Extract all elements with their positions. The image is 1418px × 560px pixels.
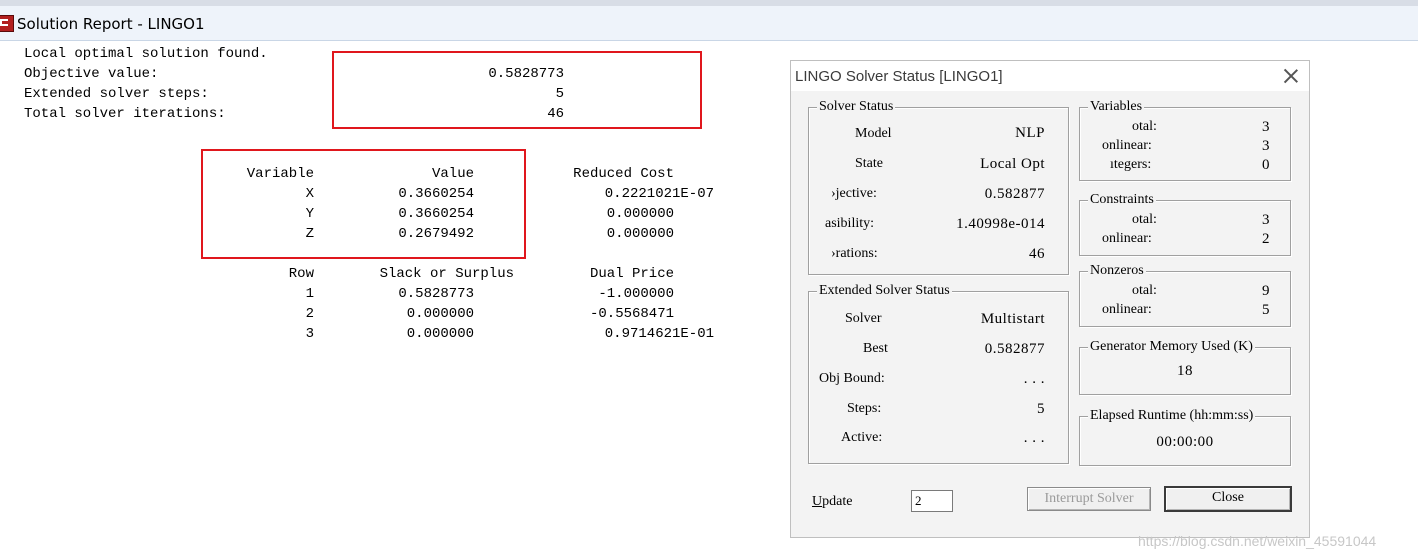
update-label-rest: pdate (822, 494, 853, 509)
runtime-legend: Elapsed Runtime (hh:mm:ss) (1088, 408, 1256, 424)
variable-reduced-cost: 0.000000 (606, 226, 674, 242)
dialog-titlebar[interactable]: LINGO Solver Status [LINGO1] (791, 61, 1309, 91)
steps-value: 5 (1037, 401, 1045, 417)
elapsed-runtime-group: Elapsed Runtime (hh:mm:ss) 00:00:00 (1079, 408, 1291, 466)
memory-value: 18 (1177, 363, 1193, 379)
solver-status-legend: Solver Status (817, 99, 896, 115)
variables-legend: Variables (1088, 99, 1145, 115)
nonzeros-total-value: 9 (1262, 283, 1270, 299)
close-icon[interactable] (1283, 68, 1299, 84)
summary-highlight-box (332, 51, 702, 129)
row-slack: 0.000000 (406, 326, 474, 342)
variables-nonlinear-label: onlinear: (1102, 138, 1152, 153)
objective-label: ›jective: (831, 186, 877, 201)
extended-status-legend: Extended Solver Status (817, 283, 952, 299)
constraints-nonlinear-label: onlinear: (1102, 231, 1152, 246)
best-value: 0.582877 (984, 341, 1045, 357)
solver-label: Solver (845, 311, 882, 326)
lingo-app-icon (0, 15, 14, 32)
solver-status-group: Solver Status Model NLP State Local Opt … (808, 99, 1069, 275)
row-slack: 0.5828773 (398, 286, 474, 302)
slack-header: Slack or Surplus (379, 266, 514, 282)
close-button[interactable]: Close (1164, 486, 1292, 512)
variable-reduced-cost: 0.000000 (606, 206, 674, 222)
row-dual-price: 0.9714621E-01 (604, 326, 714, 342)
solver-value: Multistart (980, 311, 1045, 327)
variables-highlight-box (201, 149, 526, 259)
constraints-total-label: otal: (1132, 212, 1157, 227)
variables-integers-label: ıtegers: (1110, 157, 1152, 172)
variables-total-value: 3 (1262, 119, 1270, 135)
state-label: State (855, 156, 883, 171)
row-slack: 0.000000 (406, 306, 474, 322)
iterations-value: 46 (1029, 246, 1045, 262)
row-number: 3 (305, 326, 314, 342)
state-value: Local Opt (980, 156, 1045, 172)
variables-group: Variables otal: 3 onlinear: 3 ıtegers: 0 (1079, 99, 1291, 181)
best-label: Best (863, 341, 888, 356)
update-interval-input[interactable] (911, 490, 953, 512)
obj-bound-label: Obj Bound: (819, 371, 885, 386)
nonzeros-legend: Nonzeros (1088, 263, 1146, 279)
dialog-title: LINGO Solver Status [LINGO1] (795, 68, 1003, 85)
steps-label: Extended solver steps: (24, 86, 209, 102)
model-value: NLP (1015, 125, 1045, 141)
variables-nonlinear-value: 3 (1262, 138, 1270, 154)
objective-value: 0.582877 (984, 186, 1045, 202)
obj-bound-value: . . . (1023, 371, 1045, 387)
dual-price-header: Dual Price (589, 266, 674, 282)
row-header: Row (288, 266, 314, 282)
memory-legend: Generator Memory Used (K) (1088, 339, 1255, 355)
active-value: . . . (1023, 430, 1045, 446)
active-label: Active: (841, 430, 883, 445)
row-number: 1 (305, 286, 314, 302)
row-dual-price: -0.5568471 (589, 306, 674, 322)
model-label: Model (855, 126, 892, 141)
variables-integers-value: 0 (1262, 157, 1270, 173)
constraints-total-value: 3 (1262, 212, 1270, 228)
constraints-nonlinear-value: 2 (1262, 231, 1270, 247)
nonzeros-group: Nonzeros otal: 9 onlinear: 5 (1079, 263, 1291, 327)
objective-label: Objective value: (24, 66, 159, 82)
infeasibility-value: 1.40998e-014 (956, 216, 1045, 232)
solver-status-dialog: LINGO Solver Status [LINGO1] Solver Stat… (790, 60, 1310, 538)
nonzeros-nonlinear-value: 5 (1262, 302, 1270, 318)
update-label-accesskey: U (812, 494, 823, 509)
reduced-cost-header: Reduced Cost (573, 166, 674, 182)
status-line: Local optimal solution found. (24, 46, 268, 62)
constraints-group: Constraints otal: 3 onlinear: 2 (1079, 192, 1291, 256)
watermark: https://blog.csdn.net/weixin_45591044 (1138, 533, 1377, 549)
iterations-label: Total solver iterations: (24, 106, 226, 122)
generator-memory-group: Generator Memory Used (K) 18 (1079, 339, 1291, 395)
interrupt-solver-button[interactable]: Interrupt Solver (1027, 487, 1151, 511)
report-titlebar[interactable]: Solution Report - LINGO1 (0, 6, 1418, 41)
nonzeros-total-label: otal: (1132, 283, 1157, 298)
nonzeros-nonlinear-label: onlinear: (1102, 302, 1152, 317)
window-title: Solution Report - LINGO1 (17, 15, 205, 33)
variables-total-label: otal: (1132, 119, 1157, 134)
row-number: 2 (305, 306, 314, 322)
constraints-legend: Constraints (1088, 192, 1156, 208)
variable-reduced-cost: 0.2221021E-07 (604, 186, 714, 202)
infeasibility-label: asibility: (825, 216, 874, 231)
steps-label: Steps: (847, 401, 882, 416)
update-label: Update (812, 494, 852, 510)
runtime-value: 00:00:00 (1156, 434, 1214, 450)
row-dual-price: -1.000000 (598, 286, 674, 302)
iterations-label: ›rations: (831, 246, 878, 261)
extended-solver-status-group: Extended Solver Status Solver Multistart… (808, 283, 1069, 464)
